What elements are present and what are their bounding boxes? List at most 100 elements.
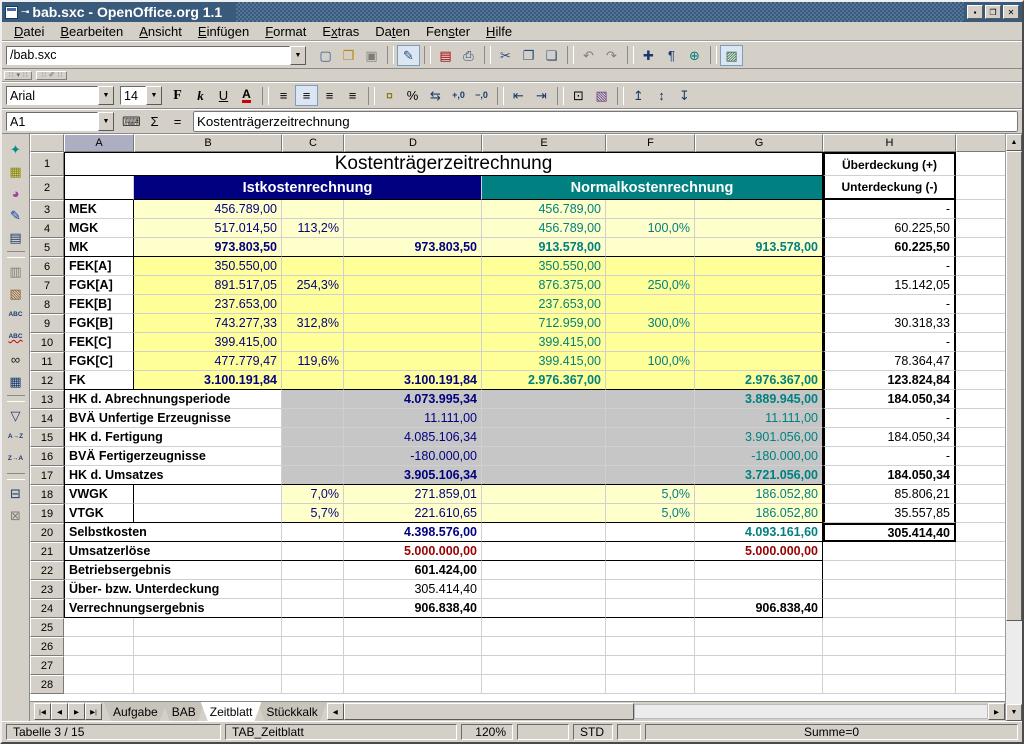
- cell-F12[interactable]: [606, 371, 695, 390]
- cell-E16[interactable]: [482, 447, 606, 466]
- hyperlink-icon[interactable]: ⊕: [683, 45, 706, 66]
- cell-F5[interactable]: [606, 238, 695, 257]
- cell-E11[interactable]: 399.415,00: [482, 352, 606, 371]
- cell-G5[interactable]: 913.578,00: [695, 238, 823, 257]
- scroll-right-button[interactable]: ▶: [988, 703, 1005, 720]
- scroll-up-button[interactable]: ▲: [1006, 134, 1022, 151]
- column-header-c[interactable]: C: [282, 134, 344, 152]
- cell-H19[interactable]: 35.557,85: [823, 504, 956, 523]
- cell-G15[interactable]: 3.901.056,00: [695, 428, 823, 447]
- cell-filler-10[interactable]: [956, 333, 1005, 352]
- cell-B3[interactable]: 456.789,00: [134, 200, 282, 219]
- cell-F21[interactable]: [606, 542, 695, 561]
- cell-A18[interactable]: VWGK: [64, 485, 134, 504]
- cell-A5[interactable]: MK: [64, 238, 134, 257]
- cell-H12[interactable]: 123.824,84: [823, 371, 956, 390]
- cell-D21[interactable]: 5.000.000,00: [344, 542, 482, 561]
- cell-G14[interactable]: 11.111,00: [695, 409, 823, 428]
- cell-D27[interactable]: [344, 656, 482, 675]
- cell-F24[interactable]: [606, 599, 695, 618]
- cell-H3[interactable]: -: [823, 200, 956, 219]
- cell-F9[interactable]: 300,0%: [606, 314, 695, 333]
- autospellcheck-icon[interactable]: ABC: [5, 327, 27, 347]
- cell-A20[interactable]: Selbstkosten: [64, 523, 282, 542]
- add-decimal-icon[interactable]: +,0: [447, 85, 470, 106]
- column-header-h[interactable]: H: [823, 134, 956, 152]
- row-header-12[interactable]: 12: [30, 371, 64, 390]
- stylist-icon[interactable]: ¶: [660, 45, 683, 66]
- insert-field-icon[interactable]: ▥: [5, 261, 27, 281]
- cell-filler-26[interactable]: [956, 637, 1005, 656]
- cell-C22[interactable]: [282, 561, 344, 580]
- cell-E27[interactable]: [482, 656, 606, 675]
- cell-A6[interactable]: FEK[A]: [64, 257, 134, 276]
- menu-item-ansicht[interactable]: Ansicht: [131, 23, 190, 40]
- vertical-scrollbar-track[interactable]: [1006, 621, 1022, 704]
- cell-A27[interactable]: [64, 656, 134, 675]
- cell-G4[interactable]: [695, 219, 823, 238]
- decrease-indent-icon[interactable]: ⇤: [507, 85, 530, 106]
- cell-A10[interactable]: FEK[C]: [64, 333, 134, 352]
- cell-D20[interactable]: 4.398.576,00: [344, 523, 482, 542]
- cell-G9[interactable]: [695, 314, 823, 333]
- cell-H1[interactable]: Überdeckung (+): [823, 152, 956, 176]
- cell-C4[interactable]: 113,2%: [282, 219, 344, 238]
- status-zoom[interactable]: 120%: [461, 724, 513, 740]
- cell-E17[interactable]: [482, 466, 606, 485]
- cell-D12[interactable]: 3.100.191,84: [344, 371, 482, 390]
- redo-icon[interactable]: ↷: [600, 45, 623, 66]
- font-color-icon[interactable]: A: [235, 85, 258, 106]
- cell-D22[interactable]: 601.424,00: [344, 561, 482, 580]
- cell-E28[interactable]: [482, 675, 606, 694]
- url-dropdown-icon[interactable]: ▼: [290, 46, 306, 65]
- cell-filler-16[interactable]: [956, 447, 1005, 466]
- row-header-11[interactable]: 11: [30, 352, 64, 371]
- cell-E3[interactable]: 456.789,00: [482, 200, 606, 219]
- cell-H13[interactable]: 184.050,34: [823, 390, 956, 409]
- cell-filler-17[interactable]: [956, 466, 1005, 485]
- cell-H15[interactable]: 184.050,34: [823, 428, 956, 447]
- cell-H10[interactable]: -: [823, 333, 956, 352]
- cell-H14[interactable]: -: [823, 409, 956, 428]
- row-header-10[interactable]: 10: [30, 333, 64, 352]
- cell-filler-21[interactable]: [956, 542, 1005, 561]
- cell-F19[interactable]: 5,0%: [606, 504, 695, 523]
- cell-filler-22[interactable]: [956, 561, 1005, 580]
- column-header-b[interactable]: B: [134, 134, 282, 152]
- cell-D3[interactable]: [344, 200, 482, 219]
- cell-filler-9[interactable]: [956, 314, 1005, 333]
- cell-C8[interactable]: [282, 295, 344, 314]
- cell-H4[interactable]: 60.225,50: [823, 219, 956, 238]
- cell-filler-7[interactable]: [956, 276, 1005, 295]
- cell-reference-input[interactable]: [6, 112, 98, 131]
- cell-G13[interactable]: 3.889.945,00: [695, 390, 823, 409]
- save-icon[interactable]: ▣: [360, 45, 383, 66]
- cell-D23[interactable]: 305.414,40: [344, 580, 482, 599]
- cell-F25[interactable]: [606, 618, 695, 637]
- cell-D5[interactable]: 973.803,50: [344, 238, 482, 257]
- cell-filler-25[interactable]: [956, 618, 1005, 637]
- menu-item-datei[interactable]: Datei: [6, 23, 52, 40]
- cell-C9[interactable]: 312,8%: [282, 314, 344, 333]
- cell-C20[interactable]: [282, 523, 344, 542]
- menu-item-fenster[interactable]: Fenster: [418, 23, 478, 40]
- standard-format-icon[interactable]: ⇆: [424, 85, 447, 106]
- cell-E2[interactable]: Normalkostenrechnung: [482, 176, 823, 200]
- cell-F23[interactable]: [606, 580, 695, 599]
- collapsed-toolbar-2[interactable]: ∷ ✐ ∷: [36, 71, 67, 80]
- vertical-scrollbar-thumb[interactable]: [1006, 151, 1022, 621]
- cell-C10[interactable]: [282, 333, 344, 352]
- tab-scroll-left-button[interactable]: ◀: [327, 703, 344, 720]
- delete-decimal-icon[interactable]: −,0: [470, 85, 493, 106]
- cell-G25[interactable]: [695, 618, 823, 637]
- find-replace-icon[interactable]: ∞: [5, 349, 27, 369]
- cell-F4[interactable]: 100,0%: [606, 219, 695, 238]
- cell-A1[interactable]: Kostenträgerzeitrechnung: [64, 152, 823, 176]
- cell-D25[interactable]: [344, 618, 482, 637]
- cell-B26[interactable]: [134, 637, 282, 656]
- cell-E14[interactable]: [482, 409, 606, 428]
- cell-filler-19[interactable]: [956, 504, 1005, 523]
- group-icon[interactable]: ⊟: [5, 483, 27, 503]
- cell-C5[interactable]: [282, 238, 344, 257]
- row-header-8[interactable]: 8: [30, 295, 64, 314]
